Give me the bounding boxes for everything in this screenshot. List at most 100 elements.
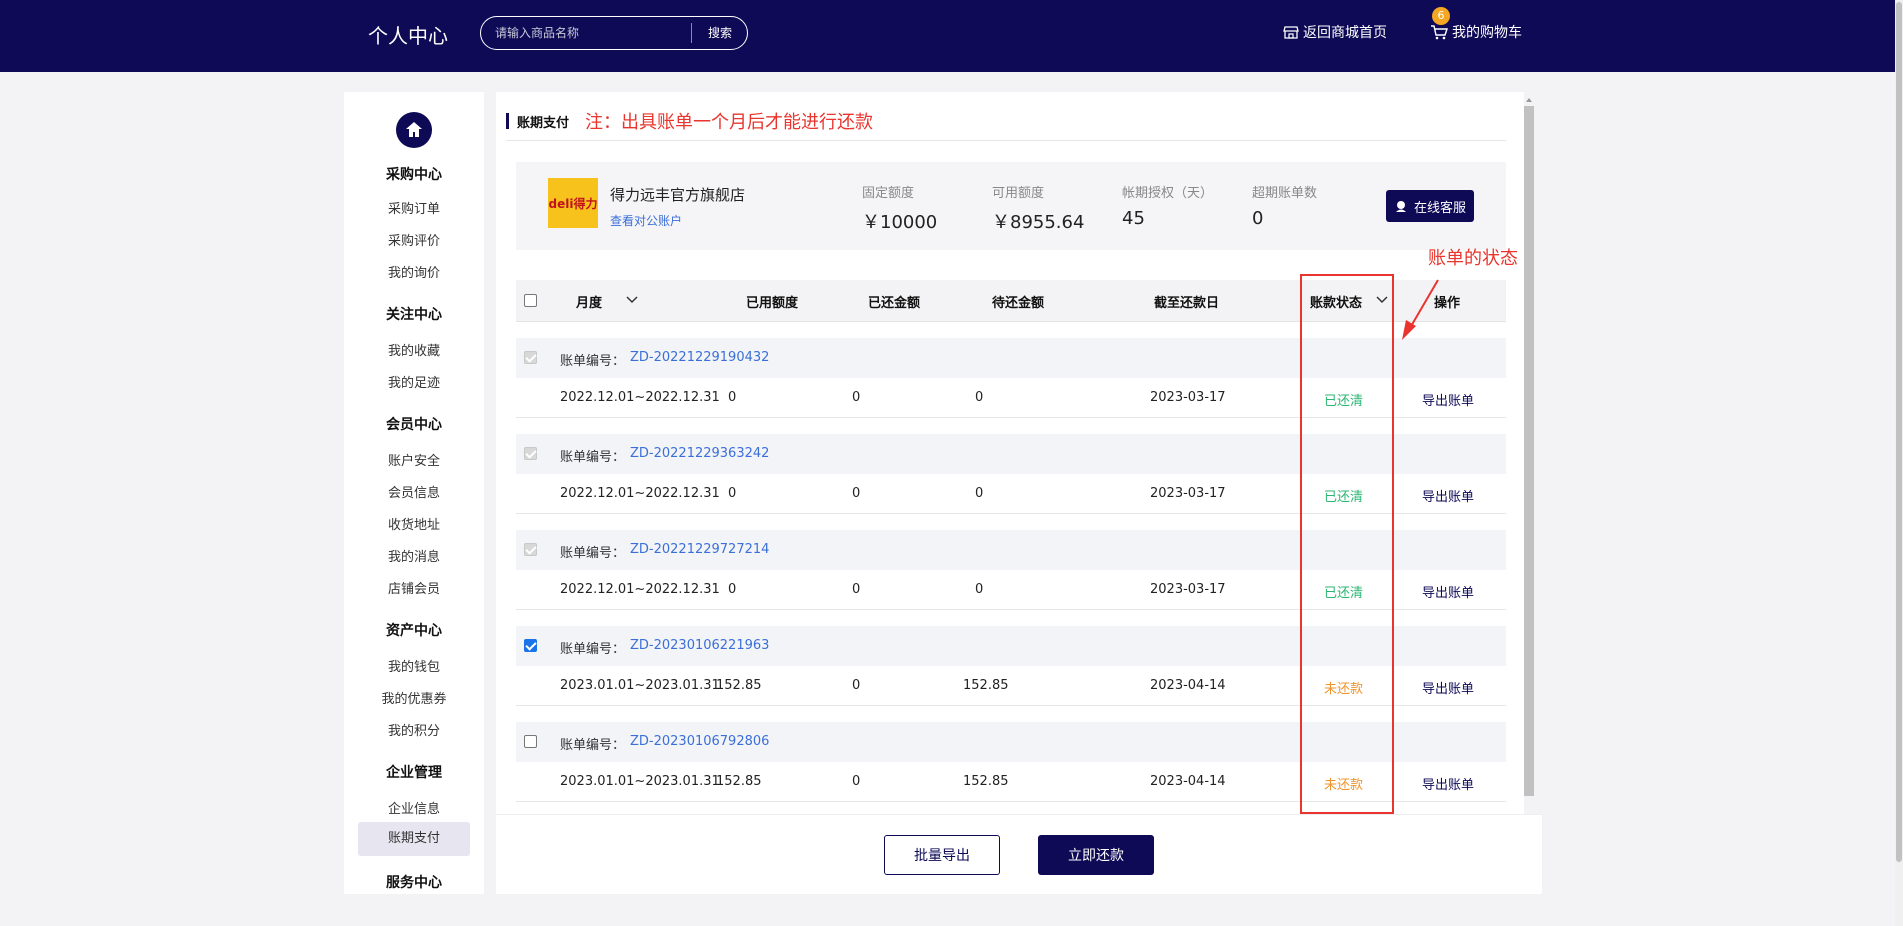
export-bill-link[interactable]: 导出账单	[1422, 582, 1474, 601]
bill-number-label: 账单编号：	[560, 642, 626, 657]
bill-number[interactable]: ZD-20230106792806	[630, 734, 769, 749]
search-divider	[691, 23, 692, 43]
stat-label-credit-days: 帐期授权（天）	[1122, 186, 1214, 201]
sidebar-item-member-info[interactable]: 会员信息	[344, 482, 484, 501]
sidebar-item-coupons[interactable]: 我的优惠券	[344, 688, 484, 707]
online-service-button[interactable]: 在线客服	[1386, 190, 1474, 222]
store-logo: deli得力	[548, 178, 598, 228]
bill-repaid: 0	[852, 678, 861, 693]
sidebar: 采购中心 采购订单 采购评价 我的询价 关注中心 我的收藏 我的足迹 会员中心 …	[344, 92, 484, 894]
search-box: 搜索	[480, 16, 748, 50]
window-scrollbar-thumb[interactable]	[1896, 2, 1902, 862]
table-scrollbar-thumb[interactable]	[1524, 106, 1534, 796]
sidebar-item-points[interactable]: 我的积分	[344, 720, 484, 739]
sidebar-group-assets: 资产中心	[386, 623, 442, 639]
select-all-checkbox[interactable]	[524, 294, 537, 307]
export-bill-link[interactable]: 导出账单	[1422, 774, 1474, 793]
bill-repaid: 0	[852, 582, 861, 597]
home-icon[interactable]	[396, 112, 432, 148]
bill-checkbox	[524, 447, 537, 460]
bill-period: 2023.01.01~2023.01.31	[560, 774, 720, 789]
export-bill-link[interactable]: 导出账单	[1422, 486, 1474, 505]
sidebar-item-purchase-orders[interactable]: 采购订单	[344, 198, 484, 217]
export-bill-link[interactable]: 导出账单	[1422, 678, 1474, 697]
col-due-date: 截至还款日	[1154, 296, 1220, 311]
batch-export-button[interactable]: 批量导出	[884, 835, 1000, 875]
bill-pending: 152.85	[963, 678, 1009, 693]
bill-checkbox	[524, 543, 537, 556]
cart-link[interactable]: 6 我的购物车	[1430, 7, 1522, 42]
bill-number[interactable]: ZD-20221229190432	[630, 350, 769, 365]
export-bill-link[interactable]: 导出账单	[1422, 390, 1474, 409]
bill-number-label: 账单编号：	[560, 546, 626, 561]
cart-icon	[1431, 25, 1448, 40]
sidebar-item-wallet[interactable]: 我的钱包	[344, 656, 484, 675]
sidebar-group-service: 服务中心	[386, 875, 442, 891]
bill-period: 2022.12.01~2022.12.31	[560, 582, 720, 597]
bill-pending: 0	[975, 582, 984, 597]
sidebar-item-shipping-address[interactable]: 收货地址	[344, 514, 484, 533]
bill-checkbox[interactable]	[524, 735, 537, 748]
stat-value-overdue-bills: 0	[1252, 208, 1264, 229]
chevron-down-icon[interactable]	[626, 295, 638, 305]
top-header: 个人中心 搜索 返回商城首页 6 我的购物车	[0, 0, 1895, 72]
bill-number-label: 账单编号：	[560, 450, 626, 465]
bill-used: 152.85	[716, 678, 762, 693]
sidebar-group-member: 会员中心	[386, 417, 442, 433]
bill-period: 2023.01.01~2023.01.31	[560, 678, 720, 693]
sidebar-item-my-inquiries[interactable]: 我的询价	[344, 262, 484, 281]
action-bar: 批量导出 立即还款	[496, 814, 1542, 894]
window-scrollbar[interactable]	[1895, 0, 1903, 926]
sidebar-item-credit-payment[interactable]: 账期支付	[358, 822, 470, 856]
bill-pending: 152.85	[963, 774, 1009, 789]
bill-due-date: 2023-04-14	[1150, 678, 1226, 693]
bill-number-label: 账单编号：	[560, 738, 626, 753]
stat-label-fixed-limit: 固定额度	[862, 186, 915, 201]
stat-label-overdue-bills: 超期账单数	[1252, 186, 1318, 201]
sidebar-item-store-membership[interactable]: 店铺会员	[344, 578, 484, 597]
bill-due-date: 2023-03-17	[1150, 390, 1226, 405]
online-service-label: 在线客服	[1413, 200, 1466, 216]
sidebar-item-enterprise-info[interactable]: 企业信息	[344, 798, 484, 817]
col-repaid-amount: 已还金额	[868, 296, 921, 311]
headset-icon	[1395, 201, 1406, 212]
col-pending-amount: 待还金额	[992, 296, 1045, 311]
home-link[interactable]: 返回商城首页	[1283, 22, 1387, 42]
sidebar-group-purchase: 采购中心	[386, 167, 442, 183]
bill-number[interactable]: ZD-20230106221963	[630, 638, 769, 653]
col-month: 月度	[576, 296, 603, 311]
sidebar-item-account-security[interactable]: 账户安全	[344, 450, 484, 469]
search-input[interactable]	[495, 23, 695, 43]
sidebar-group-enterprise: 企业管理	[386, 765, 442, 781]
col-used-limit: 已用额度	[746, 296, 799, 311]
status-annotation-text: 账单的状态	[1428, 248, 1518, 269]
home-link-label: 返回商城首页	[1303, 25, 1387, 41]
status-annotation-box	[1300, 274, 1394, 814]
bill-due-date: 2023-03-17	[1150, 486, 1226, 501]
bill-checkbox	[524, 351, 537, 364]
sidebar-item-favorites[interactable]: 我的收藏	[344, 340, 484, 359]
pay-now-button[interactable]: 立即还款	[1038, 835, 1154, 875]
bill-used: 0	[728, 582, 737, 597]
bill-used: 0	[728, 390, 737, 405]
sidebar-item-footprints[interactable]: 我的足迹	[344, 372, 484, 391]
bill-used: 152.85	[716, 774, 762, 789]
section-note: 注：出具账单一个月后才能进行还款	[585, 112, 874, 133]
bill-number[interactable]: ZD-20221229363242	[630, 446, 769, 461]
annotation-arrow	[1402, 279, 1439, 340]
bill-checkbox[interactable]	[524, 639, 537, 652]
view-corporate-account-link[interactable]: 查看对公账户	[610, 212, 682, 229]
scroll-up-icon[interactable]	[1525, 96, 1533, 104]
bill-number[interactable]: ZD-20221229727214	[630, 542, 769, 557]
store-card: deli得力 得力远丰官方旗舰店 查看对公账户 固定额度 ￥10000 可用额度…	[516, 162, 1506, 250]
table-scrollbar[interactable]	[1524, 96, 1534, 802]
store-icon	[1283, 26, 1299, 39]
bill-number-label: 账单编号：	[560, 354, 626, 369]
cart-count-badge: 6	[1432, 7, 1450, 25]
search-button[interactable]: 搜索	[699, 24, 741, 41]
bill-pending: 0	[975, 486, 984, 501]
cart-link-label: 我的购物车	[1452, 25, 1522, 41]
sidebar-item-messages[interactable]: 我的消息	[344, 546, 484, 565]
sidebar-item-purchase-reviews[interactable]: 采购评价	[344, 230, 484, 249]
stat-value-credit-days: 45	[1122, 208, 1145, 229]
